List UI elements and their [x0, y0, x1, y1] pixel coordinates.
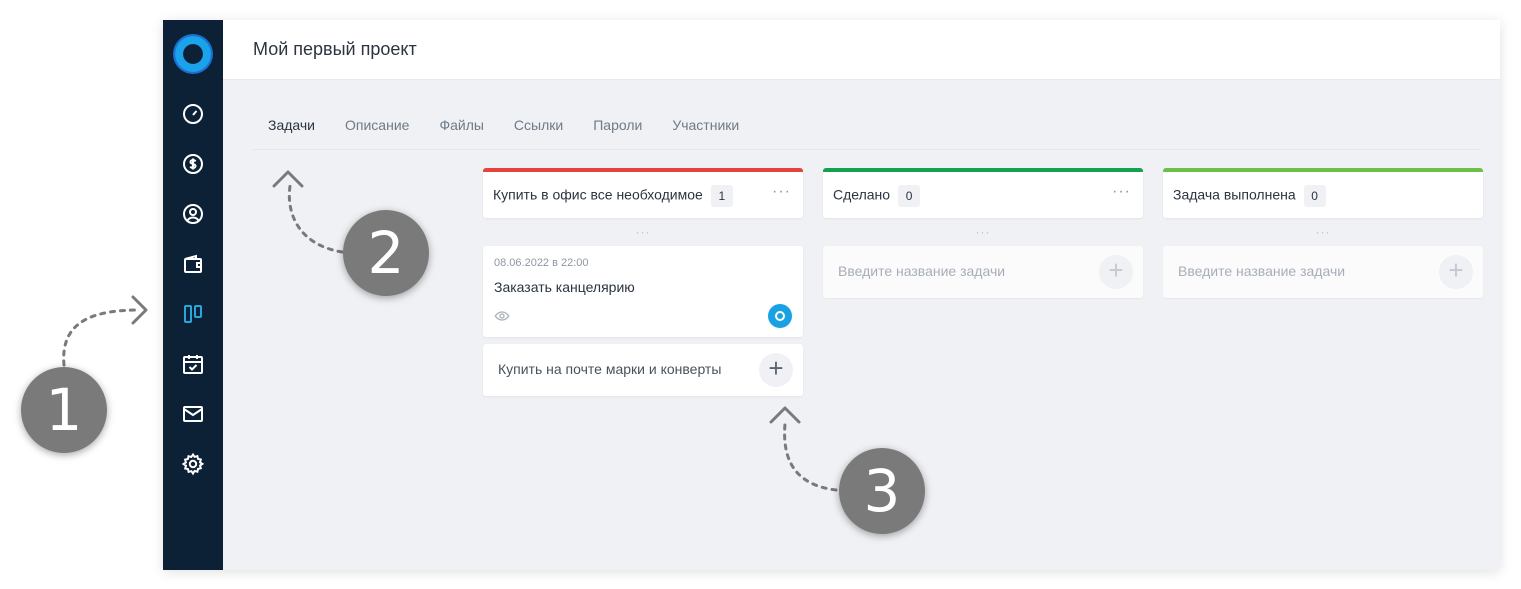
annotation-badge-1: 1	[21, 367, 107, 453]
annotation-arrows	[62, 170, 838, 492]
annotation-badge-3: 3	[839, 448, 925, 534]
annotation-badge-2: 2	[343, 210, 429, 296]
